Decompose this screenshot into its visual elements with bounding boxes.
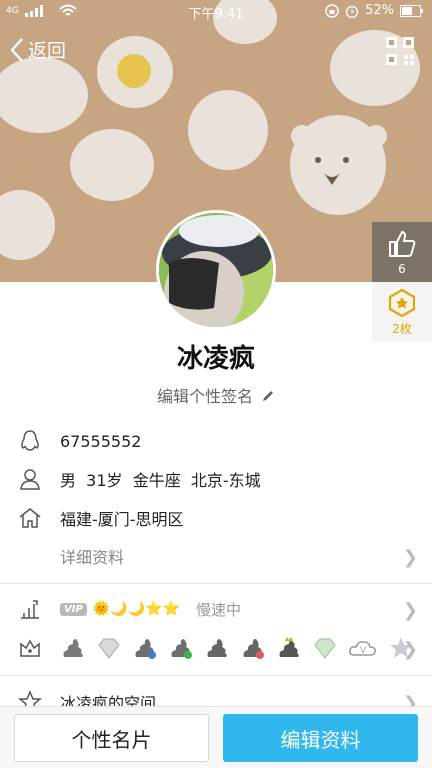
- star-badge-icon: [389, 289, 415, 317]
- level-row[interactable]: VIP 🌞🌙🌙⭐⭐ 慢速中 ❯: [0, 590, 432, 628]
- profile-name: 冰凌疯: [176, 344, 255, 374]
- poop-badge-icon: [171, 639, 192, 659]
- chevron-left-icon: [10, 37, 23, 62]
- hometown: 福建-厦门-思明区: [60, 510, 184, 529]
- diamond-badge-icon: [98, 638, 120, 659]
- poop-badge-icon: [243, 639, 264, 659]
- star-button[interactable]: 2枚: [372, 282, 432, 342]
- top-bar: 返回: [0, 28, 432, 76]
- status-bar: 4G 下午9:41 52%: [0, 0, 432, 24]
- qrcode-icon[interactable]: [386, 37, 414, 65]
- level-icons: 🌞🌙🌙⭐⭐: [92, 601, 180, 617]
- vip-badge: VIP: [60, 602, 87, 616]
- alarm-icon: [345, 5, 359, 18]
- signature-text: 编辑个性签名: [156, 387, 253, 406]
- poop-badge-icon: [207, 639, 227, 657]
- crown-icon: [20, 639, 40, 657]
- detail-row[interactable]: 详细资料 ❯: [0, 537, 432, 575]
- chevron-right-icon: ❯: [402, 547, 418, 568]
- home-icon: [19, 508, 41, 528]
- speed-status: 慢速中: [195, 600, 241, 619]
- divider: [0, 583, 432, 584]
- penguin-icon: [21, 430, 39, 451]
- basic-info-row: 男 31岁 金牛座 北京-东城: [0, 460, 432, 498]
- edit-profile-button[interactable]: 编辑资料: [223, 714, 418, 762]
- pencil-icon: [263, 391, 274, 401]
- avatar[interactable]: [156, 210, 276, 330]
- like-button[interactable]: 6: [372, 222, 432, 282]
- chevron-right-icon: ❯: [402, 639, 418, 660]
- thumbs-up-icon: [389, 230, 416, 257]
- lock-rotation-icon: [325, 3, 339, 18]
- poop-badge-icon: [135, 639, 156, 659]
- level-chart-icon: [21, 600, 39, 619]
- avatar-photo: [159, 213, 273, 327]
- svg-text:V: V: [360, 645, 366, 655]
- diamond-badge-icon: [314, 638, 336, 659]
- like-count: 6: [398, 262, 406, 276]
- back-button[interactable]: 返回: [10, 36, 66, 63]
- battery-percent: 52%: [365, 3, 394, 18]
- badge-list: V: [60, 635, 414, 661]
- bottom-bar: 个性名片 编辑资料: [0, 706, 432, 768]
- star-count: 2枚: [392, 322, 412, 336]
- divider: [0, 675, 432, 676]
- basic-info: 男 31岁 金牛座 北京-东城: [60, 471, 261, 490]
- chevron-right-icon: ❯: [402, 600, 418, 621]
- battery-icon: [400, 4, 423, 17]
- detail-label: 详细资料: [60, 548, 125, 567]
- cloud-v-badge-icon: V: [349, 641, 376, 656]
- signature-edit[interactable]: 编辑个性签名: [0, 383, 432, 407]
- poop-badge-icon: [63, 639, 83, 657]
- crowned-poop-badge-icon: [279, 637, 299, 657]
- qq-number: 67555552: [60, 431, 142, 451]
- qq-row: 67555552: [0, 422, 432, 460]
- back-label: 返回: [28, 40, 67, 62]
- hometown-row: 福建-厦门-思明区: [0, 499, 432, 537]
- person-icon: [20, 469, 40, 490]
- profile-card-button[interactable]: 个性名片: [14, 714, 209, 762]
- badges-row[interactable]: V ❯: [0, 629, 432, 667]
